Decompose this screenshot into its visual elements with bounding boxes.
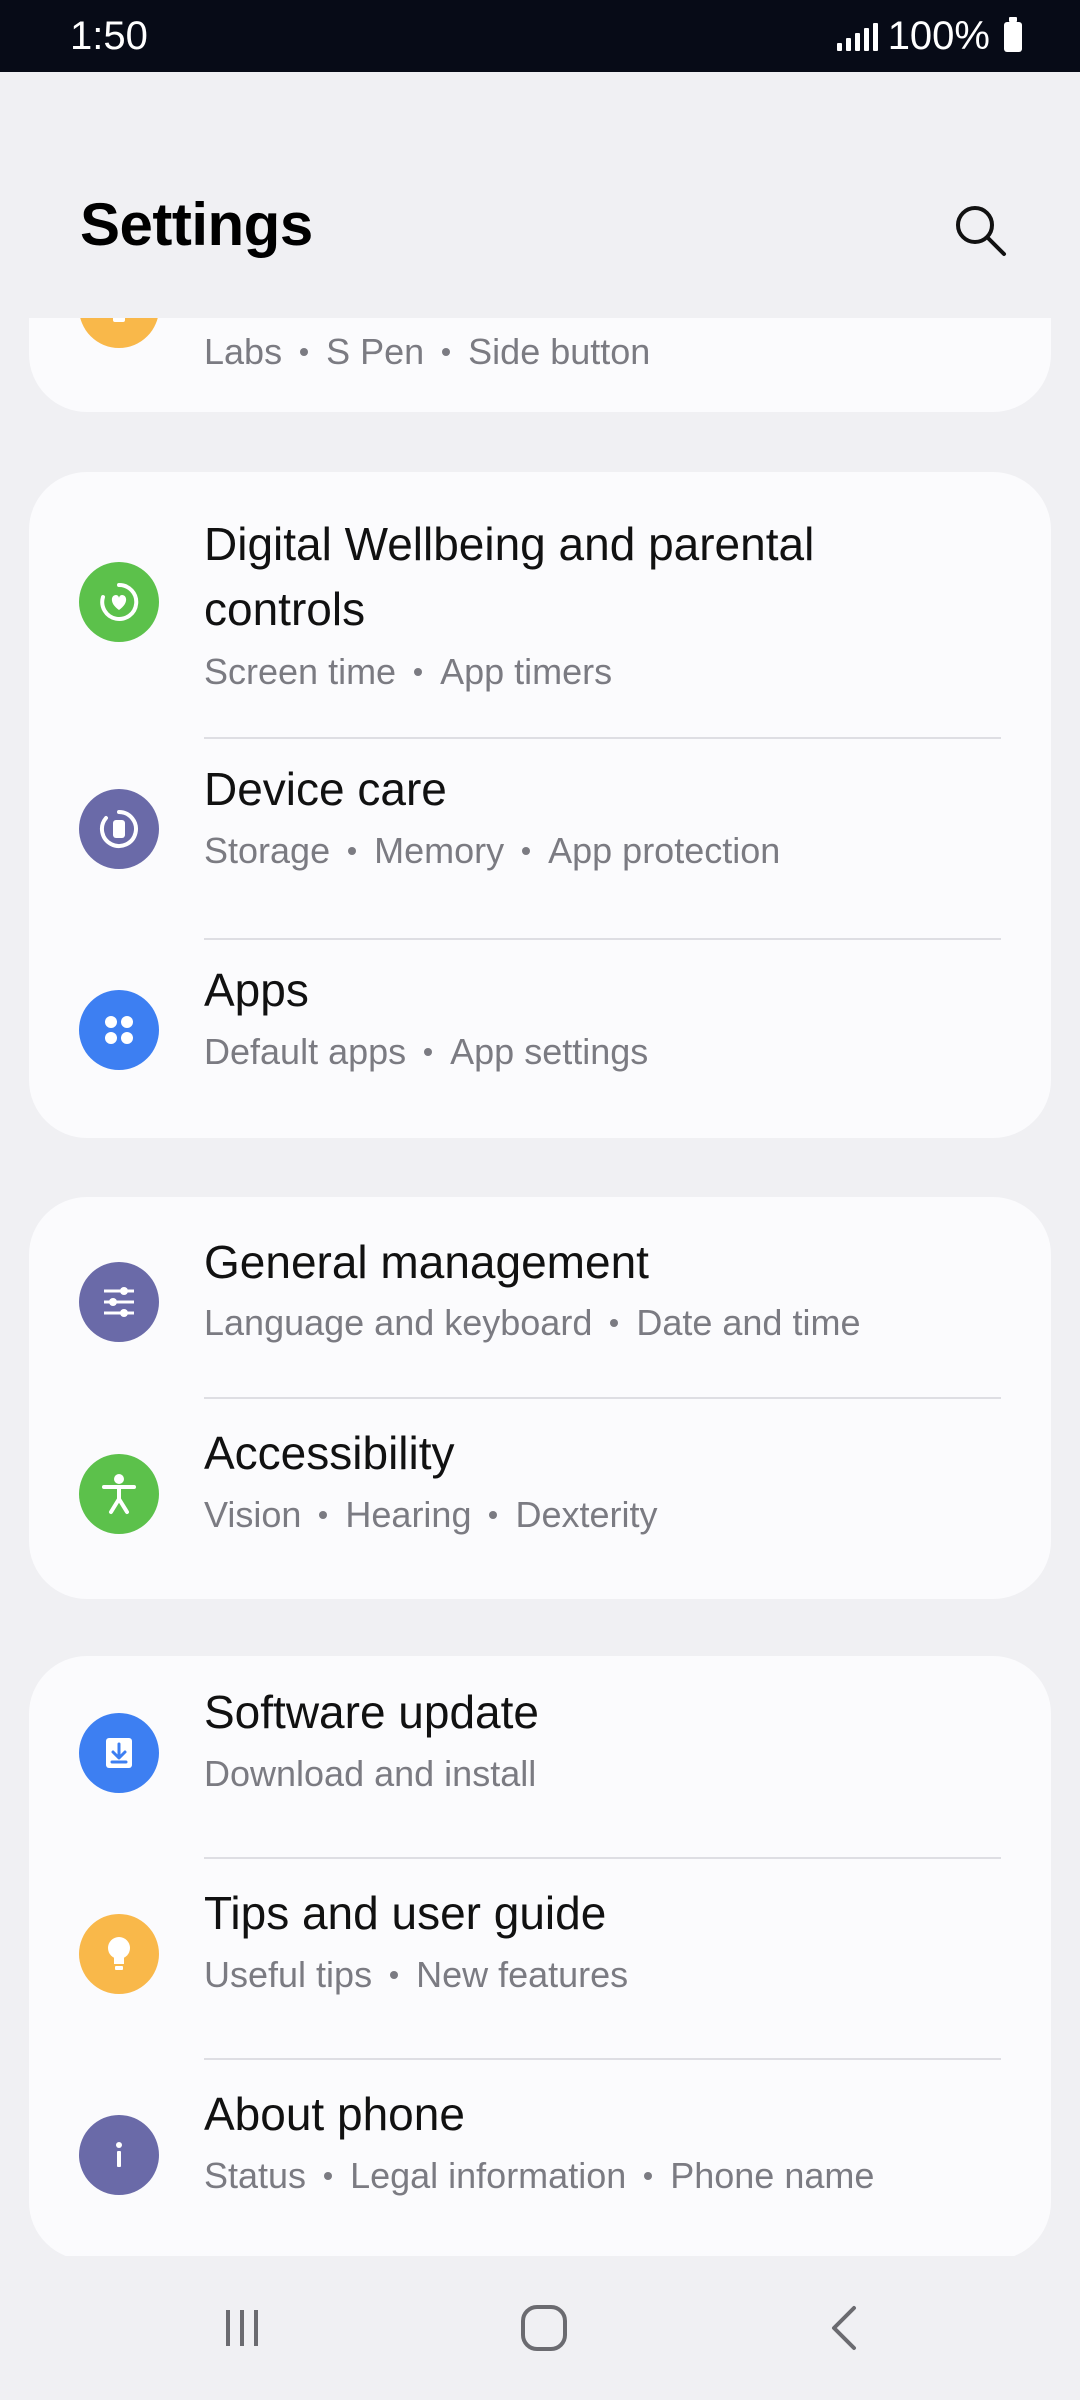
- search-button[interactable]: [940, 190, 1020, 270]
- navigation-bar: [0, 2256, 1080, 2400]
- general-management-title: General management: [204, 1236, 649, 1288]
- wellbeing-icon: [79, 562, 159, 642]
- about-phone-item[interactable]: About phone Status Legal information Phone…: [29, 2060, 1051, 2260]
- digital-wellbeing-subtitle: Screen time App timers: [204, 651, 613, 692]
- tips-subtitle: Useful tips New features: [204, 1954, 629, 1995]
- digital-wellbeing-item[interactable]: Digital Wellbeing and parental controls …: [29, 472, 1051, 738]
- advanced-features-item[interactable]: Labs S Pen Side button: [29, 318, 1051, 412]
- home-icon: [521, 2305, 567, 2351]
- about-phone-subtitle: Status Legal information Phone name: [204, 2155, 875, 2196]
- accessibility-title: Accessibility: [204, 1427, 455, 1479]
- advanced-features-subtitle: Labs S Pen Side button: [204, 331, 651, 372]
- header: Settings: [0, 72, 1080, 316]
- software-update-item[interactable]: Software update Download and install: [29, 1656, 1051, 1858]
- settings-card-3: Software update Download and install Tip…: [29, 1656, 1051, 2260]
- page-title: Settings: [80, 191, 313, 258]
- search-icon: [956, 206, 1006, 256]
- advanced-features-icon: [79, 318, 159, 348]
- signal-icon: [836, 22, 878, 51]
- device-care-item[interactable]: Device care Storage Memory App protection: [29, 739, 1051, 939]
- status-time: 1:50: [70, 14, 148, 58]
- back-icon: [832, 2306, 856, 2350]
- software-update-subtitle: Download and install: [204, 1753, 537, 1794]
- home-button[interactable]: [484, 2286, 604, 2370]
- accessibility-icon: [79, 1454, 159, 1534]
- apps-icon: [79, 990, 159, 1070]
- digital-wellbeing-title-line2: controls: [204, 583, 366, 635]
- software-update-title: Software update: [204, 1686, 540, 1738]
- back-button[interactable]: [786, 2286, 906, 2370]
- status-bar: 1:50 100%: [0, 0, 1080, 72]
- apps-subtitle: Default apps App settings: [204, 1031, 649, 1072]
- battery-icon: [1004, 16, 1022, 52]
- status-icons: 100%: [836, 14, 1022, 59]
- info-icon: [79, 2115, 159, 2195]
- device-care-icon: [79, 789, 159, 869]
- sliders-icon: [79, 1262, 159, 1342]
- settings-card-1: Digital Wellbeing and parental controls …: [29, 472, 1051, 1138]
- apps-title: Apps: [204, 964, 309, 1016]
- recents-button[interactable]: [182, 2286, 302, 2370]
- settings-card-2: General management Language and keyboard…: [29, 1197, 1051, 1599]
- tips-item[interactable]: Tips and user guide Useful tips New featu…: [29, 1859, 1051, 2059]
- tips-title: Tips and user guide: [204, 1887, 607, 1939]
- about-phone-title: About phone: [204, 2088, 465, 2140]
- apps-item[interactable]: Apps Default apps App settings: [29, 940, 1051, 1138]
- general-management-item[interactable]: General management Language and keyboard…: [29, 1197, 1051, 1397]
- device-care-title: Device care: [204, 763, 447, 815]
- device-care-subtitle: Storage Memory App protection: [204, 830, 781, 871]
- settings-card-partial: Labs S Pen Side button: [29, 318, 1051, 412]
- accessibility-subtitle: Vision Hearing Dexterity: [204, 1494, 658, 1535]
- accessibility-item[interactable]: Accessibility Vision Hearing Dexterity: [29, 1399, 1051, 1599]
- battery-percent: 100%: [887, 14, 990, 58]
- digital-wellbeing-title-line1: Digital Wellbeing and parental: [204, 518, 815, 570]
- general-management-subtitle: Language and keyboard Date and time: [204, 1302, 861, 1343]
- software-update-icon: [79, 1713, 159, 1793]
- lightbulb-icon: [79, 1914, 159, 1994]
- recents-icon: [226, 2310, 258, 2346]
